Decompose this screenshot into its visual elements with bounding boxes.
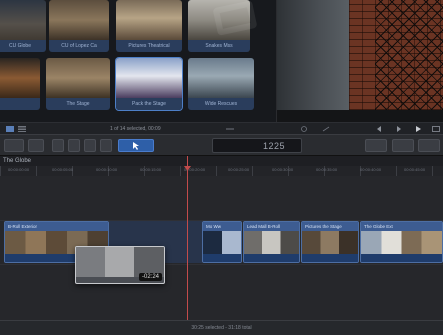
clip-caption: Wide Rescues xyxy=(188,98,254,110)
snapping-button[interactable] xyxy=(392,139,414,152)
enhance-icon[interactable] xyxy=(300,126,308,132)
browser-clip[interactable]: CU Globe xyxy=(0,0,46,52)
browser-clip[interactable]: The Stage xyxy=(46,58,110,110)
clip-title: Lead Mall B-Roll xyxy=(244,222,299,231)
browser-clip[interactable]: CU of Lopez Ca xyxy=(49,0,109,52)
clip-caption: The Stage xyxy=(46,98,110,110)
timeline-clip[interactable]: Mo Ww xyxy=(202,221,242,263)
ruler-label: 00:00:10:00 xyxy=(96,167,118,172)
clip-title: Mo Ww xyxy=(203,222,241,231)
clip-caption xyxy=(0,98,40,110)
clip-filmstrip xyxy=(302,231,358,255)
viewer xyxy=(276,0,443,122)
zoom-slider-icon[interactable] xyxy=(226,126,234,132)
timeline-clip[interactable]: Pictures the Stage xyxy=(301,221,359,263)
clip-appearance-button[interactable] xyxy=(418,139,440,152)
audio-skimming-button[interactable] xyxy=(365,139,387,152)
fullscreen-icon[interactable] xyxy=(432,126,440,132)
clip-audio xyxy=(302,254,358,262)
append-clip-button[interactable] xyxy=(84,139,96,152)
status-bar: 30:25 selected - 31:18 total xyxy=(0,320,443,335)
previous-frame-icon[interactable] xyxy=(375,126,383,132)
arrow-cursor-icon xyxy=(133,142,139,150)
connect-clip-button[interactable] xyxy=(52,139,64,152)
clip-audio xyxy=(244,254,299,262)
transform-icon[interactable] xyxy=(322,126,330,132)
browser-status-row: 1 of 14 selected, 00:09 xyxy=(0,122,443,134)
browser-clip[interactable]: Pictures Theatrical xyxy=(116,0,182,52)
clip-caption: CU of Lopez Ca xyxy=(49,40,109,52)
keyword-button[interactable] xyxy=(28,139,44,152)
clip-caption: Snakes Mss xyxy=(188,40,250,52)
browser-selection-status: 1 of 14 selected, 00:09 xyxy=(110,126,161,132)
ruler-label: 00:00:15:00 xyxy=(140,167,162,172)
ruler-label: 00:00:35:00 xyxy=(316,167,338,172)
timeline-clip[interactable]: Lead Mall B-Roll xyxy=(243,221,300,263)
play-icon[interactable] xyxy=(414,126,422,132)
drag-time-offset: -02:24 xyxy=(138,273,162,281)
track-divider xyxy=(0,264,443,265)
clip-caption: Pictures Theatrical xyxy=(116,40,182,52)
ruler-label: 00:00:30:00 xyxy=(272,167,294,172)
clip-title: Pictures the Stage xyxy=(302,222,358,231)
clip-title: The Globe Ext xyxy=(361,222,442,231)
timeline-clip[interactable]: The Globe Ext xyxy=(360,221,443,263)
duration-status: 30:25 selected - 31:18 total xyxy=(191,325,252,331)
project-name: The Globe xyxy=(3,158,32,164)
clip-filmstrip xyxy=(361,231,442,255)
dragged-clip[interactable]: -02:24 xyxy=(75,246,165,284)
clip-title: B-Roll Exterior xyxy=(5,222,108,231)
viewer-controls xyxy=(277,110,443,122)
timeline-toolbar: 1225 xyxy=(0,134,443,156)
playhead[interactable] xyxy=(187,156,188,320)
browser-clip[interactable] xyxy=(0,58,40,110)
ruler-label: 00:00:05:00 xyxy=(52,167,74,172)
clip-audio xyxy=(203,254,241,262)
next-frame-icon[interactable] xyxy=(395,126,403,132)
timeline[interactable]: The Globe 00:00:00:00 00:00:05:00 00:00:… xyxy=(0,156,443,320)
ruler-label: 00:00:45:00 xyxy=(404,167,426,172)
filmstrip-view-icon[interactable] xyxy=(6,126,14,132)
insert-clip-button[interactable] xyxy=(68,139,80,152)
clip-filmstrip xyxy=(203,231,241,255)
clip-caption: Pack the Stage xyxy=(116,98,182,110)
ruler-label: 00:00:25:00 xyxy=(228,167,250,172)
import-button[interactable] xyxy=(4,139,24,152)
browser-clip-selected[interactable]: Pack the Stage xyxy=(116,58,182,110)
overwrite-clip-button[interactable] xyxy=(100,139,112,152)
ruler-label: 00:00:00:00 xyxy=(8,167,30,172)
viewer-frame-wall xyxy=(277,0,349,110)
timecode-value: 1225 xyxy=(263,141,286,151)
viewer-frame-gate xyxy=(375,0,443,110)
clip-caption: CU Globe xyxy=(0,40,46,52)
browser-clip[interactable]: Wide Rescues xyxy=(188,58,254,110)
timecode-display[interactable]: 1225 xyxy=(212,138,302,153)
select-tool-button[interactable] xyxy=(118,139,154,152)
clip-audio xyxy=(361,254,442,262)
list-view-icon[interactable] xyxy=(18,126,26,132)
clip-filmstrip xyxy=(244,231,299,255)
ruler-label: 00:00:40:00 xyxy=(360,167,382,172)
